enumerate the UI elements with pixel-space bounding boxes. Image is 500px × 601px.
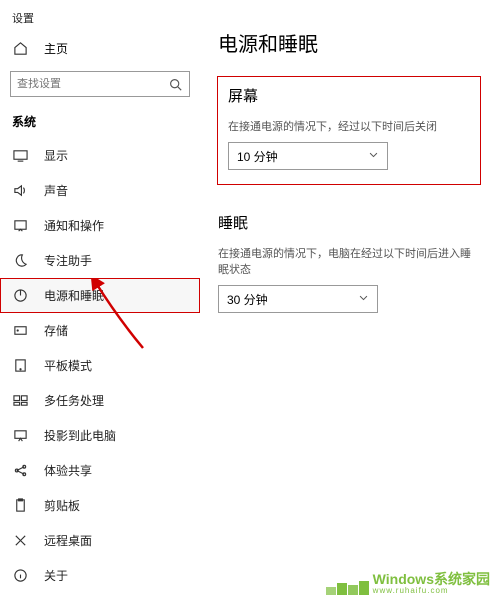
watermark-sub: www.ruhaifu.com bbox=[373, 587, 490, 595]
sleep-heading: 睡眠 bbox=[218, 212, 480, 233]
home-icon bbox=[12, 41, 28, 57]
app-title: 设置 bbox=[0, 8, 200, 32]
moon-icon bbox=[12, 253, 28, 269]
power-icon bbox=[12, 288, 28, 304]
sidebar-item-label: 通知和操作 bbox=[44, 217, 104, 234]
multitask-icon bbox=[12, 393, 28, 409]
sidebar-item-tablet-mode[interactable]: 平板模式 bbox=[0, 348, 200, 383]
info-icon bbox=[12, 568, 28, 584]
display-icon bbox=[12, 148, 28, 164]
notification-icon bbox=[12, 218, 28, 234]
sidebar: 设置 主页 系统 显示 声 bbox=[0, 0, 200, 601]
share-icon bbox=[12, 463, 28, 479]
sidebar-item-label: 平板模式 bbox=[44, 357, 92, 374]
section-label: 系统 bbox=[0, 107, 200, 138]
sidebar-item-focus-assist[interactable]: 专注助手 bbox=[0, 243, 200, 278]
sidebar-item-sound[interactable]: 声音 bbox=[0, 173, 200, 208]
sidebar-item-storage[interactable]: 存储 bbox=[0, 313, 200, 348]
sound-icon bbox=[12, 183, 28, 199]
sleep-timeout-value: 30 分钟 bbox=[227, 291, 268, 308]
search-icon bbox=[167, 76, 183, 92]
tablet-icon bbox=[12, 358, 28, 374]
project-icon bbox=[12, 428, 28, 444]
watermark-logo-icon bbox=[326, 581, 369, 595]
sidebar-item-projecting[interactable]: 投影到此电脑 bbox=[0, 418, 200, 453]
sleep-timeout-dropdown[interactable]: 30 分钟 bbox=[218, 285, 378, 313]
clipboard-icon bbox=[12, 498, 28, 514]
nav-list: 显示 声音 通知和操作 专注助手 电源和睡眠 存储 bbox=[0, 138, 200, 593]
page-title: 电源和睡眠 bbox=[218, 28, 480, 57]
sidebar-item-label: 电源和睡眠 bbox=[44, 287, 104, 304]
sidebar-item-label: 显示 bbox=[44, 147, 68, 164]
sidebar-item-label: 体验共享 bbox=[44, 462, 92, 479]
sidebar-item-power-sleep[interactable]: 电源和睡眠 bbox=[0, 278, 200, 313]
search-box[interactable] bbox=[10, 71, 190, 97]
screen-desc: 在接通电源的情况下，经过以下时间后关闭 bbox=[228, 118, 470, 134]
storage-icon bbox=[12, 323, 28, 339]
sidebar-item-label: 专注助手 bbox=[44, 252, 92, 269]
home-nav[interactable]: 主页 bbox=[0, 32, 200, 65]
sidebar-item-label: 存储 bbox=[44, 322, 68, 339]
sidebar-item-shared-exp[interactable]: 体验共享 bbox=[0, 453, 200, 488]
screen-section: 屏幕 在接通电源的情况下，经过以下时间后关闭 10 分钟 bbox=[218, 77, 480, 184]
screen-timeout-value: 10 分钟 bbox=[237, 148, 278, 165]
watermark: Windows系统家园 www.ruhaifu.com bbox=[326, 572, 490, 595]
search-input[interactable] bbox=[17, 78, 167, 90]
sidebar-item-remote-desktop[interactable]: 远程桌面 bbox=[0, 523, 200, 558]
sidebar-item-label: 关于 bbox=[44, 567, 68, 584]
screen-heading: 屏幕 bbox=[228, 85, 470, 106]
chevron-down-icon bbox=[358, 292, 369, 306]
watermark-text: Windows系统家园 bbox=[373, 571, 490, 587]
sidebar-item-label: 声音 bbox=[44, 182, 68, 199]
sidebar-item-clipboard[interactable]: 剪贴板 bbox=[0, 488, 200, 523]
sidebar-item-about[interactable]: 关于 bbox=[0, 558, 200, 593]
screen-timeout-dropdown[interactable]: 10 分钟 bbox=[228, 142, 388, 170]
sidebar-item-label: 剪贴板 bbox=[44, 497, 80, 514]
sidebar-item-label: 多任务处理 bbox=[44, 392, 104, 409]
home-label: 主页 bbox=[44, 40, 68, 57]
chevron-down-icon bbox=[368, 149, 379, 163]
sleep-section: 睡眠 在接通电源的情况下，电脑在经过以下时间后进入睡眠状态 30 分钟 bbox=[218, 212, 480, 313]
main-content: 电源和睡眠 屏幕 在接通电源的情况下，经过以下时间后关闭 10 分钟 睡眠 在接… bbox=[200, 0, 500, 601]
sidebar-item-notifications[interactable]: 通知和操作 bbox=[0, 208, 200, 243]
remote-icon bbox=[12, 533, 28, 549]
sidebar-item-multitasking[interactable]: 多任务处理 bbox=[0, 383, 200, 418]
sleep-desc: 在接通电源的情况下，电脑在经过以下时间后进入睡眠状态 bbox=[218, 245, 480, 277]
sidebar-item-label: 投影到此电脑 bbox=[44, 427, 116, 444]
sidebar-item-label: 远程桌面 bbox=[44, 532, 92, 549]
sidebar-item-display[interactable]: 显示 bbox=[0, 138, 200, 173]
